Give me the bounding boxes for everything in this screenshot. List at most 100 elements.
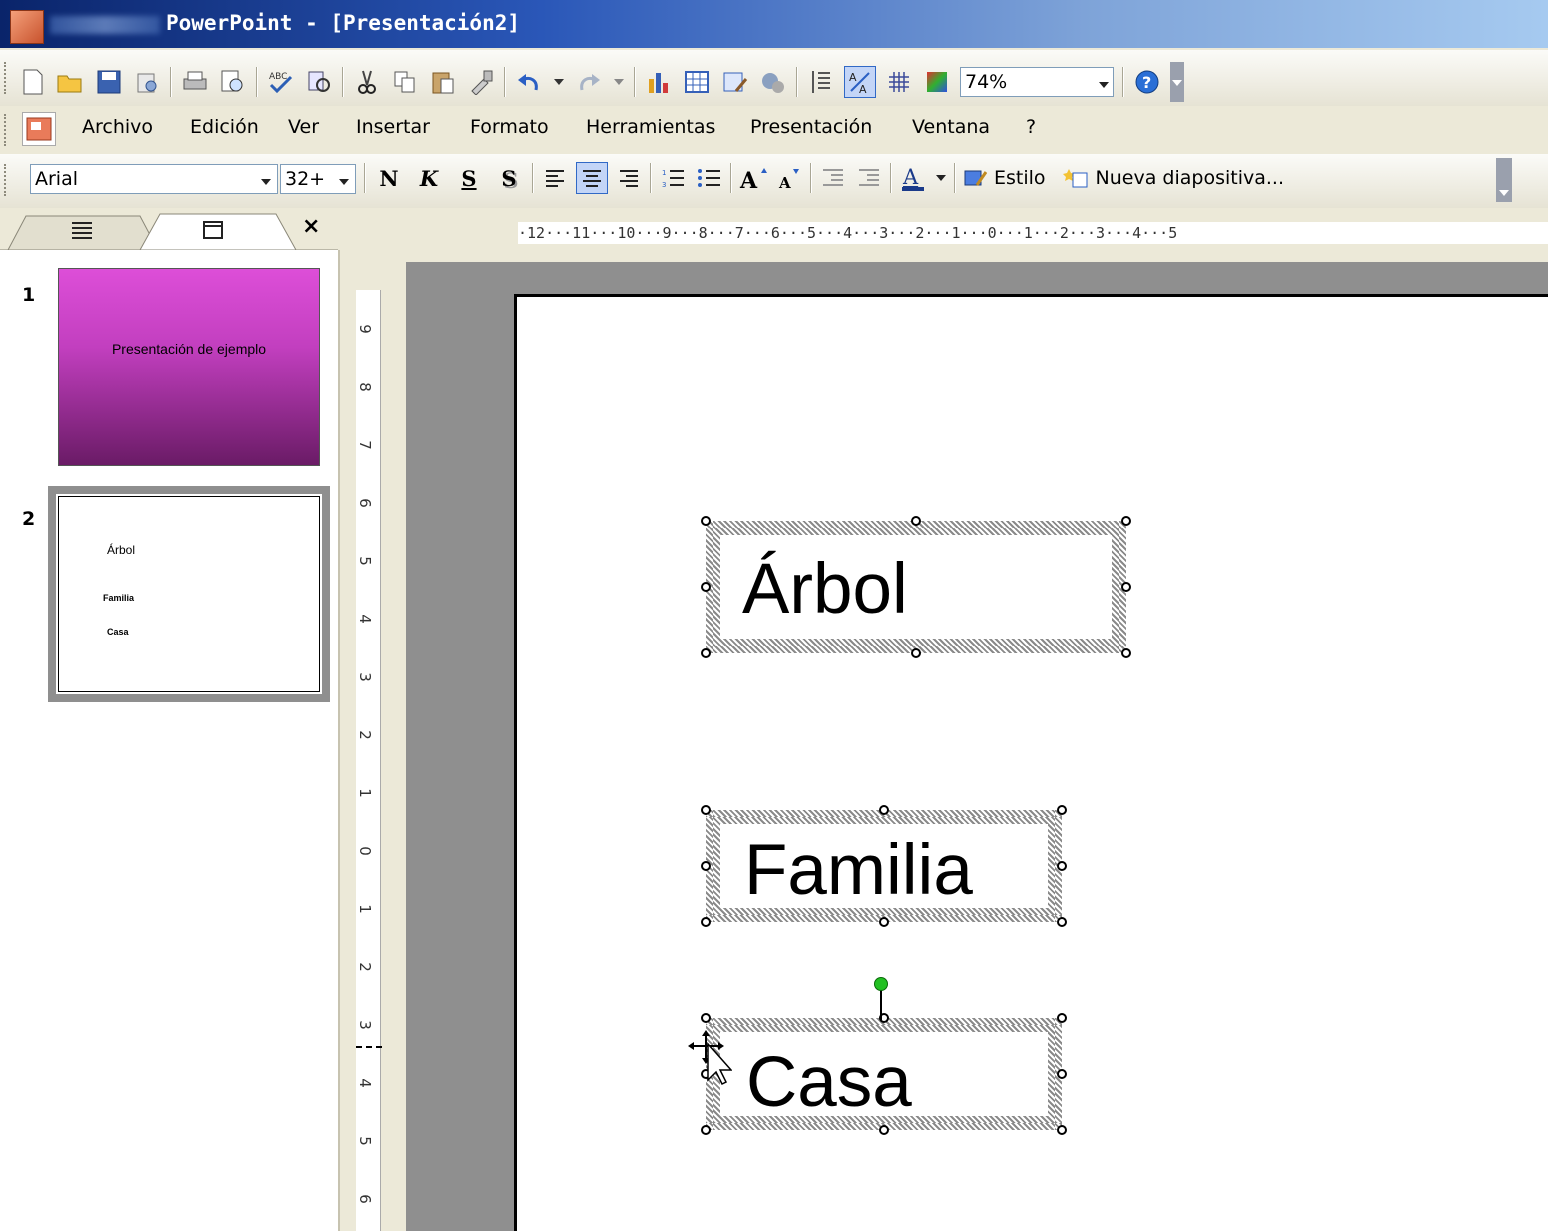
menu-formato[interactable]: Formato	[470, 116, 549, 138]
menu-ver[interactable]: Ver	[288, 116, 319, 138]
align-left-icon[interactable]	[540, 163, 570, 193]
help-icon[interactable]: ?	[1132, 67, 1162, 97]
resize-handle[interactable]	[911, 648, 921, 658]
resize-handle[interactable]	[1057, 1125, 1067, 1135]
decrease-font-icon[interactable]: A	[774, 163, 804, 193]
menu-ventana[interactable]: Ventana	[912, 116, 990, 138]
insert-table-icon[interactable]	[682, 67, 712, 97]
new-icon[interactable]	[18, 67, 48, 97]
permission-icon[interactable]	[132, 67, 162, 97]
slide-text[interactable]: Casa	[746, 1042, 912, 1123]
print-icon[interactable]	[180, 67, 210, 97]
show-formatting-icon[interactable]: AA	[844, 66, 876, 98]
decrease-indent-icon[interactable]	[818, 163, 848, 193]
title-bar[interactable]: PowerPoint - [Presentación2]	[0, 0, 1548, 48]
toolbar-options-icon[interactable]	[1496, 158, 1512, 202]
menu-archivo[interactable]: Archivo	[82, 116, 153, 138]
slide-text[interactable]: Familia	[744, 830, 973, 911]
menu-insertar[interactable]: Insertar	[356, 116, 430, 138]
resize-handle[interactable]	[1121, 516, 1131, 526]
resize-handle[interactable]	[1057, 1069, 1067, 1079]
zoom-combo[interactable]: 74%	[960, 67, 1114, 97]
tables-borders-icon[interactable]	[720, 67, 750, 97]
increase-font-icon[interactable]: A	[738, 163, 768, 193]
menu-edicion[interactable]: Edición	[190, 116, 259, 138]
resize-handle[interactable]	[701, 1125, 711, 1135]
toolbar-grip[interactable]	[4, 164, 10, 196]
resize-handle[interactable]	[701, 648, 711, 658]
research-icon[interactable]	[304, 67, 334, 97]
chevron-down-icon[interactable]	[261, 168, 271, 190]
toolbar-options-icon[interactable]	[1170, 62, 1184, 102]
font-color-dropdown-icon[interactable]	[934, 163, 948, 193]
grid-icon[interactable]	[884, 67, 914, 97]
new-slide-label[interactable]: Nueva diapositiva...	[1096, 167, 1284, 189]
textbox-casa[interactable]: Casa	[706, 1018, 1062, 1130]
resize-handle[interactable]	[1121, 582, 1131, 592]
shadow-button[interactable]: S	[492, 166, 526, 191]
textbox-familia[interactable]: Familia	[706, 810, 1062, 922]
open-icon[interactable]	[56, 67, 86, 97]
format-painter-icon[interactable]	[466, 67, 496, 97]
menu-presentacion[interactable]: Presentación	[750, 116, 872, 138]
resize-handle[interactable]	[1057, 861, 1067, 871]
hyperlink-icon[interactable]	[758, 67, 788, 97]
copy-icon[interactable]	[390, 67, 420, 97]
font-color-icon[interactable]: A	[898, 163, 928, 193]
slide-thumbnail-2-selection[interactable]: Árbol Familia Casa	[48, 486, 330, 702]
resize-handle[interactable]	[701, 917, 711, 927]
design-style-icon[interactable]	[962, 163, 988, 193]
print-preview-icon[interactable]	[218, 67, 248, 97]
menu-herramientas[interactable]: Herramientas	[586, 116, 715, 138]
underline-button[interactable]: S	[452, 166, 486, 191]
resize-handle[interactable]	[701, 516, 711, 526]
outline-tab[interactable]	[70, 220, 94, 245]
resize-handle[interactable]	[879, 805, 889, 815]
slides-tab[interactable]	[202, 220, 224, 245]
vertical-ruler[interactable]: 9 8 7 6 5 4 3 2 1 0 1 2 3 4 5 6	[356, 290, 382, 1231]
resize-handle[interactable]	[911, 516, 921, 526]
chevron-down-icon[interactable]	[339, 168, 349, 190]
redo-icon[interactable]	[574, 67, 604, 97]
paste-icon[interactable]	[428, 67, 458, 97]
save-icon[interactable]	[94, 67, 124, 97]
powerpoint-app-icon[interactable]	[10, 10, 44, 44]
align-right-icon[interactable]	[614, 163, 644, 193]
cut-icon[interactable]	[352, 67, 382, 97]
slide-thumbnail-2[interactable]: Árbol Familia Casa	[56, 494, 322, 694]
resize-handle[interactable]	[1121, 648, 1131, 658]
resize-handle[interactable]	[879, 917, 889, 927]
font-combo[interactable]: Arial	[30, 164, 278, 194]
expand-icon[interactable]	[806, 67, 836, 97]
resize-handle[interactable]	[701, 582, 711, 592]
undo-dropdown-icon[interactable]	[552, 67, 566, 97]
style-label[interactable]: Estilo	[994, 167, 1046, 189]
resize-handle[interactable]	[701, 1013, 711, 1023]
rotation-handle[interactable]	[874, 977, 888, 991]
resize-handle[interactable]	[879, 1125, 889, 1135]
toolbar-grip[interactable]	[4, 62, 10, 94]
bold-button[interactable]: N	[372, 166, 406, 191]
resize-handle[interactable]	[1057, 1013, 1067, 1023]
chevron-down-icon[interactable]	[1099, 71, 1109, 93]
resize-handle[interactable]	[1057, 805, 1067, 815]
font-size-combo[interactable]: 32+	[280, 164, 356, 194]
slide-text[interactable]: Árbol	[742, 549, 908, 630]
resize-handle[interactable]	[1057, 917, 1067, 927]
resize-handle[interactable]	[701, 805, 711, 815]
horizontal-ruler[interactable]: ·12···11···10···9···8···7···6···5···4···…	[340, 208, 1548, 250]
color-grayscale-icon[interactable]	[922, 67, 952, 97]
menu-help[interactable]: ?	[1026, 116, 1036, 138]
align-center-icon[interactable]	[576, 162, 608, 194]
bullets-icon[interactable]	[694, 163, 724, 193]
spelling-icon[interactable]: ABC	[266, 67, 296, 97]
resize-handle[interactable]	[701, 861, 711, 871]
italic-button[interactable]: K	[412, 166, 446, 191]
insert-chart-icon[interactable]	[644, 67, 674, 97]
menu-grip[interactable]	[4, 114, 10, 146]
numbering-icon[interactable]: 13	[658, 163, 688, 193]
textbox-arbol[interactable]: Árbol	[706, 521, 1126, 653]
new-slide-icon[interactable]	[1062, 163, 1090, 193]
close-pane-icon[interactable]: ×	[302, 214, 320, 239]
undo-icon[interactable]	[514, 67, 544, 97]
